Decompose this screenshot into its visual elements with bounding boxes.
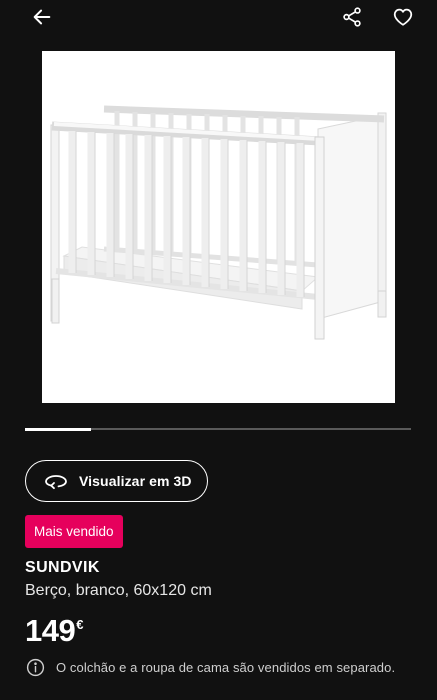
view-3d-button[interactable]: Visualizar em 3D <box>25 460 208 502</box>
gallery-progress-fill <box>25 427 91 431</box>
view-3d-label: Visualizar em 3D <box>79 473 192 489</box>
price-currency: € <box>76 617 84 632</box>
gallery-progress-track <box>25 427 411 431</box>
crib-illustration <box>50 105 387 340</box>
product-description: Berço, branco, 60x120 cm <box>25 582 212 599</box>
product-price: 149 € <box>25 613 83 649</box>
product-page: Visualizar em 3D Mais vendido SUNDVIK Be… <box>0 0 437 700</box>
back-button[interactable] <box>25 0 59 34</box>
favorite-button[interactable] <box>386 0 420 34</box>
arrow-left-icon <box>33 9 51 25</box>
top-bar <box>0 0 437 40</box>
info-icon <box>26 658 45 677</box>
share-button[interactable] <box>335 0 369 34</box>
product-image[interactable] <box>42 51 395 403</box>
bestseller-badge: Mais vendido <box>25 515 123 548</box>
note-text: O colchão e a roupa de cama são vendidos… <box>56 660 396 675</box>
product-name: SUNDVIK <box>25 559 100 576</box>
separate-items-note: O colchão e a roupa de cama são vendidos… <box>26 658 395 677</box>
price-amount: 149 <box>25 613 76 648</box>
rotate-3d-icon <box>45 475 67 490</box>
heart-outline-icon <box>393 8 413 26</box>
share-icon <box>343 7 361 27</box>
